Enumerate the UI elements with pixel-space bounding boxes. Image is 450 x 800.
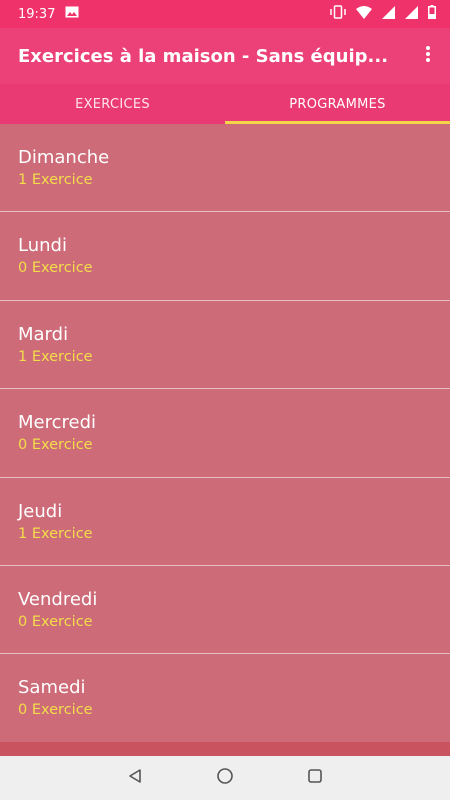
- image-icon: [65, 6, 79, 22]
- more-options-button[interactable]: [416, 36, 440, 76]
- back-icon: [127, 768, 143, 788]
- day-name: Dimanche: [18, 147, 110, 168]
- exercise-count: 1 Exercice: [18, 172, 93, 188]
- home-icon: [216, 767, 234, 789]
- signal-icon: [382, 5, 395, 23]
- recents-button[interactable]: [300, 763, 330, 793]
- navigation-bar: [0, 756, 450, 800]
- bottom-strip: [0, 742, 450, 756]
- list-item-jeudi[interactable]: Jeudi 1 Exercice: [0, 478, 450, 566]
- list-item-mardi[interactable]: Mardi 1 Exercice: [0, 301, 450, 390]
- battery-icon: [428, 5, 436, 23]
- day-list: Dimanche 1 Exercice Lundi 0 Exercice Mar…: [0, 124, 450, 754]
- list-item-vendredi[interactable]: Vendredi 0 Exercice: [0, 566, 450, 655]
- app-bar: Exercices à la maison - Sans équip...: [0, 28, 450, 84]
- day-name: Mardi: [18, 323, 69, 345]
- list-item-mercredi[interactable]: Mercredi 0 Exercice: [0, 389, 450, 478]
- tab-exercices[interactable]: EXERCICES: [0, 84, 225, 124]
- recents-icon: [307, 768, 323, 788]
- tab-bar: EXERCICES PROGRAMMES: [0, 84, 450, 124]
- exercise-count: 1 Exercice: [18, 348, 93, 365]
- home-button[interactable]: [210, 763, 240, 793]
- list-item-lundi[interactable]: Lundi 0 Exercice: [0, 212, 450, 301]
- day-name: Mercredi: [18, 412, 97, 434]
- exercise-count: 0 Exercice: [18, 437, 93, 454]
- tab-programmes[interactable]: PROGRAMMES: [225, 84, 450, 124]
- vibrate-icon: [330, 5, 346, 23]
- status-time: 19:37: [18, 6, 56, 22]
- signal-icon: [405, 5, 418, 23]
- day-name: Jeudi: [18, 500, 63, 522]
- back-button[interactable]: [120, 763, 150, 793]
- list-item-dimanche[interactable]: Dimanche 1 Exercice: [0, 124, 450, 213]
- wifi-icon: [356, 5, 372, 23]
- exercise-count: 0 Exercice: [18, 260, 93, 277]
- more-vert-icon: [425, 45, 431, 67]
- day-name: Samedi: [18, 677, 86, 699]
- exercise-count: 0 Exercice: [18, 613, 93, 630]
- day-name: Lundi: [18, 235, 67, 257]
- list-item-samedi[interactable]: Samedi 0 Exercice: [0, 654, 450, 743]
- exercise-count: 0 Exercice: [18, 702, 93, 719]
- status-bar: 19:37: [0, 0, 450, 28]
- exercise-count: 1 Exercice: [18, 525, 93, 542]
- app-title: Exercices à la maison - Sans équip...: [18, 45, 389, 67]
- day-name: Vendredi: [18, 588, 98, 610]
